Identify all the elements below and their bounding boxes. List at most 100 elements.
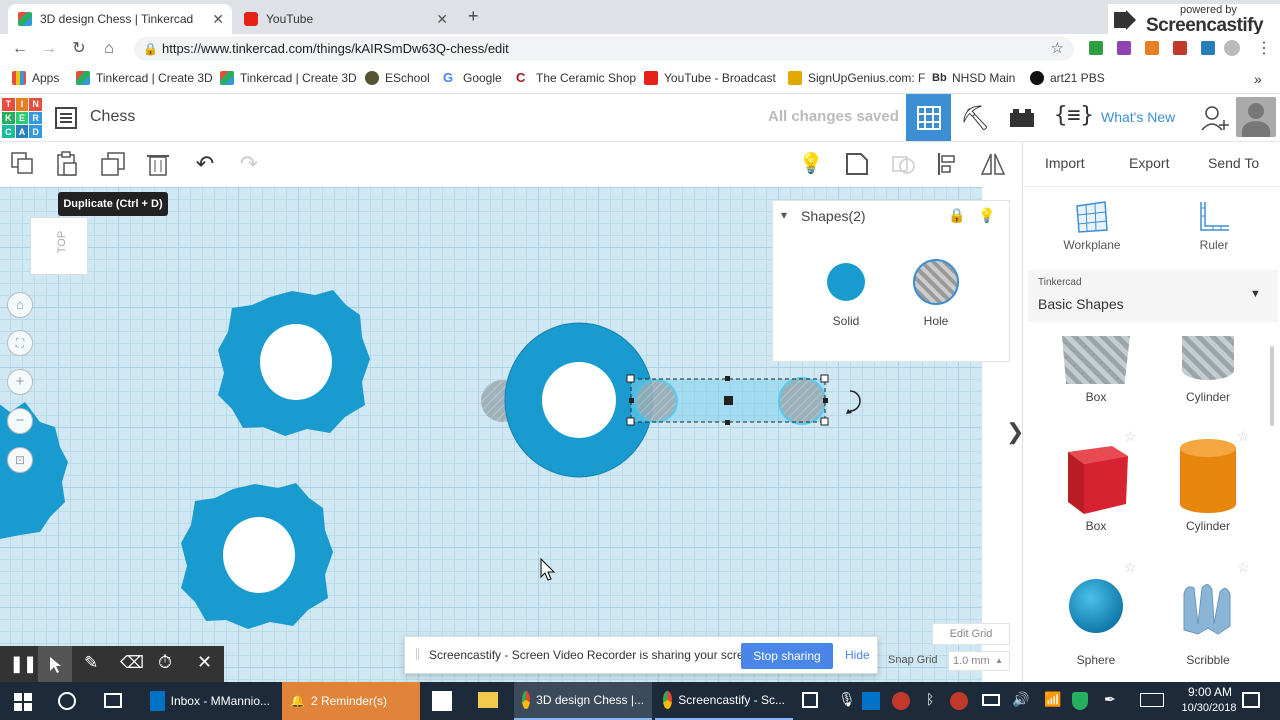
bookmark-item[interactable]: G Google — [443, 71, 502, 86]
export-button[interactable]: Export — [1129, 155, 1169, 171]
bookmark-item[interactable]: YouTube - Broadcast — [644, 71, 776, 85]
shape-cylinder[interactable]: Cylinder — [1153, 436, 1263, 533]
lightbulb-icon[interactable]: 💡 — [798, 151, 824, 177]
pause-icon[interactable]: ❚❚ — [10, 654, 37, 674]
back-icon[interactable]: ← — [9, 38, 31, 60]
pickaxe-icon[interactable]: ⛏ — [960, 104, 990, 133]
hole-sphere-selected[interactable] — [778, 377, 826, 425]
bluetooth-icon[interactable]: ᛒ — [926, 691, 934, 707]
address-bar[interactable]: 🔒 https://www.tinkercad.com/things/kAIRS… — [134, 37, 1074, 61]
beats-icon[interactable] — [892, 692, 910, 710]
bookmark-apps[interactable]: Apps — [12, 71, 59, 85]
hide-button[interactable]: Hide — [845, 648, 870, 662]
bookmark-item[interactable]: C The Ceramic Shop — [516, 71, 636, 86]
delete-icon[interactable] — [145, 151, 171, 177]
close-controls-icon[interactable]: ✕ — [197, 652, 212, 673]
microphone-icon[interactable]: 🎙 — [838, 691, 856, 708]
app-icon[interactable] — [802, 692, 818, 708]
shape-library-select[interactable]: Tinkercad Basic Shapes ▼ — [1028, 270, 1278, 322]
extension-icon[interactable] — [1145, 41, 1159, 55]
app-tray-icon[interactable] — [950, 692, 968, 710]
task-view-icon[interactable] — [104, 693, 122, 708]
profile-icon[interactable] — [1224, 40, 1240, 56]
zoom-out-icon[interactable]: − — [7, 408, 33, 434]
timer-icon[interactable]: ⏱ — [158, 652, 172, 673]
workplane-canvas[interactable]: TOP ⌂ ⛶ + − ⊡ ▾ Shapes(2) 🔒 💡 Solid Hole… — [0, 187, 1024, 682]
bookmark-item[interactable]: Bb NHSD Main — [932, 71, 1015, 85]
volume-icon[interactable]: 🔊 — [1012, 691, 1029, 708]
menu-kebab-icon[interactable]: ⋮ — [1256, 38, 1272, 58]
shape-sphere[interactable]: Sphere — [1041, 574, 1151, 667]
codeblocks-icon[interactable]: {≡} — [1054, 103, 1094, 128]
duplicate-icon[interactable] — [100, 151, 126, 177]
more-bookmarks-icon[interactable]: » — [1254, 71, 1262, 87]
redo-icon[interactable]: ↷ — [236, 151, 262, 177]
taskbar-outlook[interactable]: Inbox - MMannio... — [142, 682, 278, 720]
forward-icon[interactable]: → — [38, 38, 60, 60]
home-icon[interactable]: ⌂ — [98, 38, 120, 60]
copy-icon[interactable] — [10, 151, 36, 177]
hole-sphere-selected[interactable] — [634, 379, 678, 423]
pen-tool-icon[interactable]: ✎ — [84, 653, 98, 673]
bookmark-item[interactable]: SignUpGenius.com: F — [788, 71, 925, 85]
bookmark-item[interactable]: Tinkercad | Create 3D — [76, 71, 213, 85]
workplane-icon[interactable] — [1075, 200, 1109, 234]
taskbar-reminders[interactable]: 🔔 2 Reminder(s) — [282, 682, 420, 720]
clock-date[interactable]: 10/30/2018 — [1172, 702, 1246, 714]
store-icon[interactable] — [432, 691, 452, 711]
lock-icon[interactable]: 🔒 — [948, 207, 965, 224]
battery-icon[interactable] — [982, 694, 1000, 706]
whats-new-link[interactable]: What's New — [1101, 109, 1175, 125]
perspective-icon[interactable]: ⊡ — [7, 447, 33, 473]
keyboard-icon[interactable] — [1140, 693, 1164, 707]
3d-view-button[interactable] — [906, 94, 951, 141]
design-title[interactable]: Chess — [90, 108, 135, 126]
shape-cylinder-hole[interactable]: Cylinder — [1153, 336, 1263, 404]
outlook-tray-icon[interactable] — [862, 692, 880, 710]
design-list-icon[interactable] — [55, 107, 77, 129]
tab-youtube[interactable]: YouTube ✕ — [234, 4, 456, 34]
scrollbar-thumb[interactable] — [1270, 346, 1274, 426]
shield-icon[interactable] — [1072, 692, 1088, 710]
send-to-button[interactable]: Send To — [1208, 155, 1259, 171]
snap-grid-select[interactable]: 1.0 mm ▲ — [948, 651, 1010, 671]
file-explorer-icon[interactable] — [478, 692, 498, 708]
shape-scribble[interactable]: Scribble — [1153, 574, 1263, 667]
close-tab-icon[interactable]: ✕ — [436, 11, 448, 28]
shape-box-hole[interactable]: Box — [1041, 336, 1151, 404]
hole-option[interactable] — [913, 259, 959, 305]
clock-time[interactable]: 9:00 AM — [1180, 685, 1240, 699]
mirror-icon[interactable] — [980, 151, 1006, 177]
note-shape-icon[interactable] — [844, 151, 870, 177]
undo-icon[interactable]: ↶ — [192, 151, 218, 177]
extension-icon[interactable] — [1173, 41, 1187, 55]
drag-handle-icon[interactable]: ║ — [414, 649, 421, 660]
extension-icon[interactable] — [1089, 41, 1103, 55]
bookmark-star-icon[interactable]: ☆ — [1051, 37, 1064, 61]
edit-grid-button[interactable]: Edit Grid — [932, 623, 1010, 645]
add-user-icon[interactable] — [1200, 104, 1230, 134]
bookmark-item[interactable]: art21 PBS — [1030, 71, 1105, 85]
visibility-bulb-icon[interactable]: 💡 — [978, 207, 995, 224]
rotate-handle-icon[interactable] — [849, 390, 861, 412]
extension-icon[interactable] — [1117, 41, 1131, 55]
wifi-icon[interactable]: 📶 — [1044, 691, 1061, 708]
solid-option[interactable] — [827, 263, 865, 301]
bookmark-item[interactable]: ESchool — [365, 71, 430, 85]
stop-sharing-button[interactable]: Stop sharing — [741, 643, 833, 669]
cortana-icon[interactable] — [58, 692, 76, 710]
close-tab-icon[interactable]: ✕ — [212, 11, 224, 28]
shape-box[interactable]: Box — [1041, 436, 1151, 533]
user-avatar[interactable] — [1236, 97, 1276, 137]
notifications-icon[interactable] — [1242, 692, 1260, 708]
import-button[interactable]: Import — [1045, 155, 1085, 171]
eraser-tool-icon[interactable]: ⌫ — [120, 653, 144, 673]
extension-icon[interactable] — [1201, 41, 1215, 55]
windows-start-icon[interactable] — [14, 693, 32, 711]
align-icon[interactable] — [936, 151, 962, 177]
taskbar-chrome-screencastify[interactable]: Screencastify - Sc... — [655, 682, 793, 720]
reload-icon[interactable]: ↻ — [68, 38, 90, 60]
tab-tinkercad[interactable]: 3D design Chess | Tinkercad ✕ — [8, 4, 232, 34]
tinkercad-logo[interactable]: T I N K E R C A D — [2, 98, 42, 138]
paste-icon[interactable] — [54, 151, 80, 177]
